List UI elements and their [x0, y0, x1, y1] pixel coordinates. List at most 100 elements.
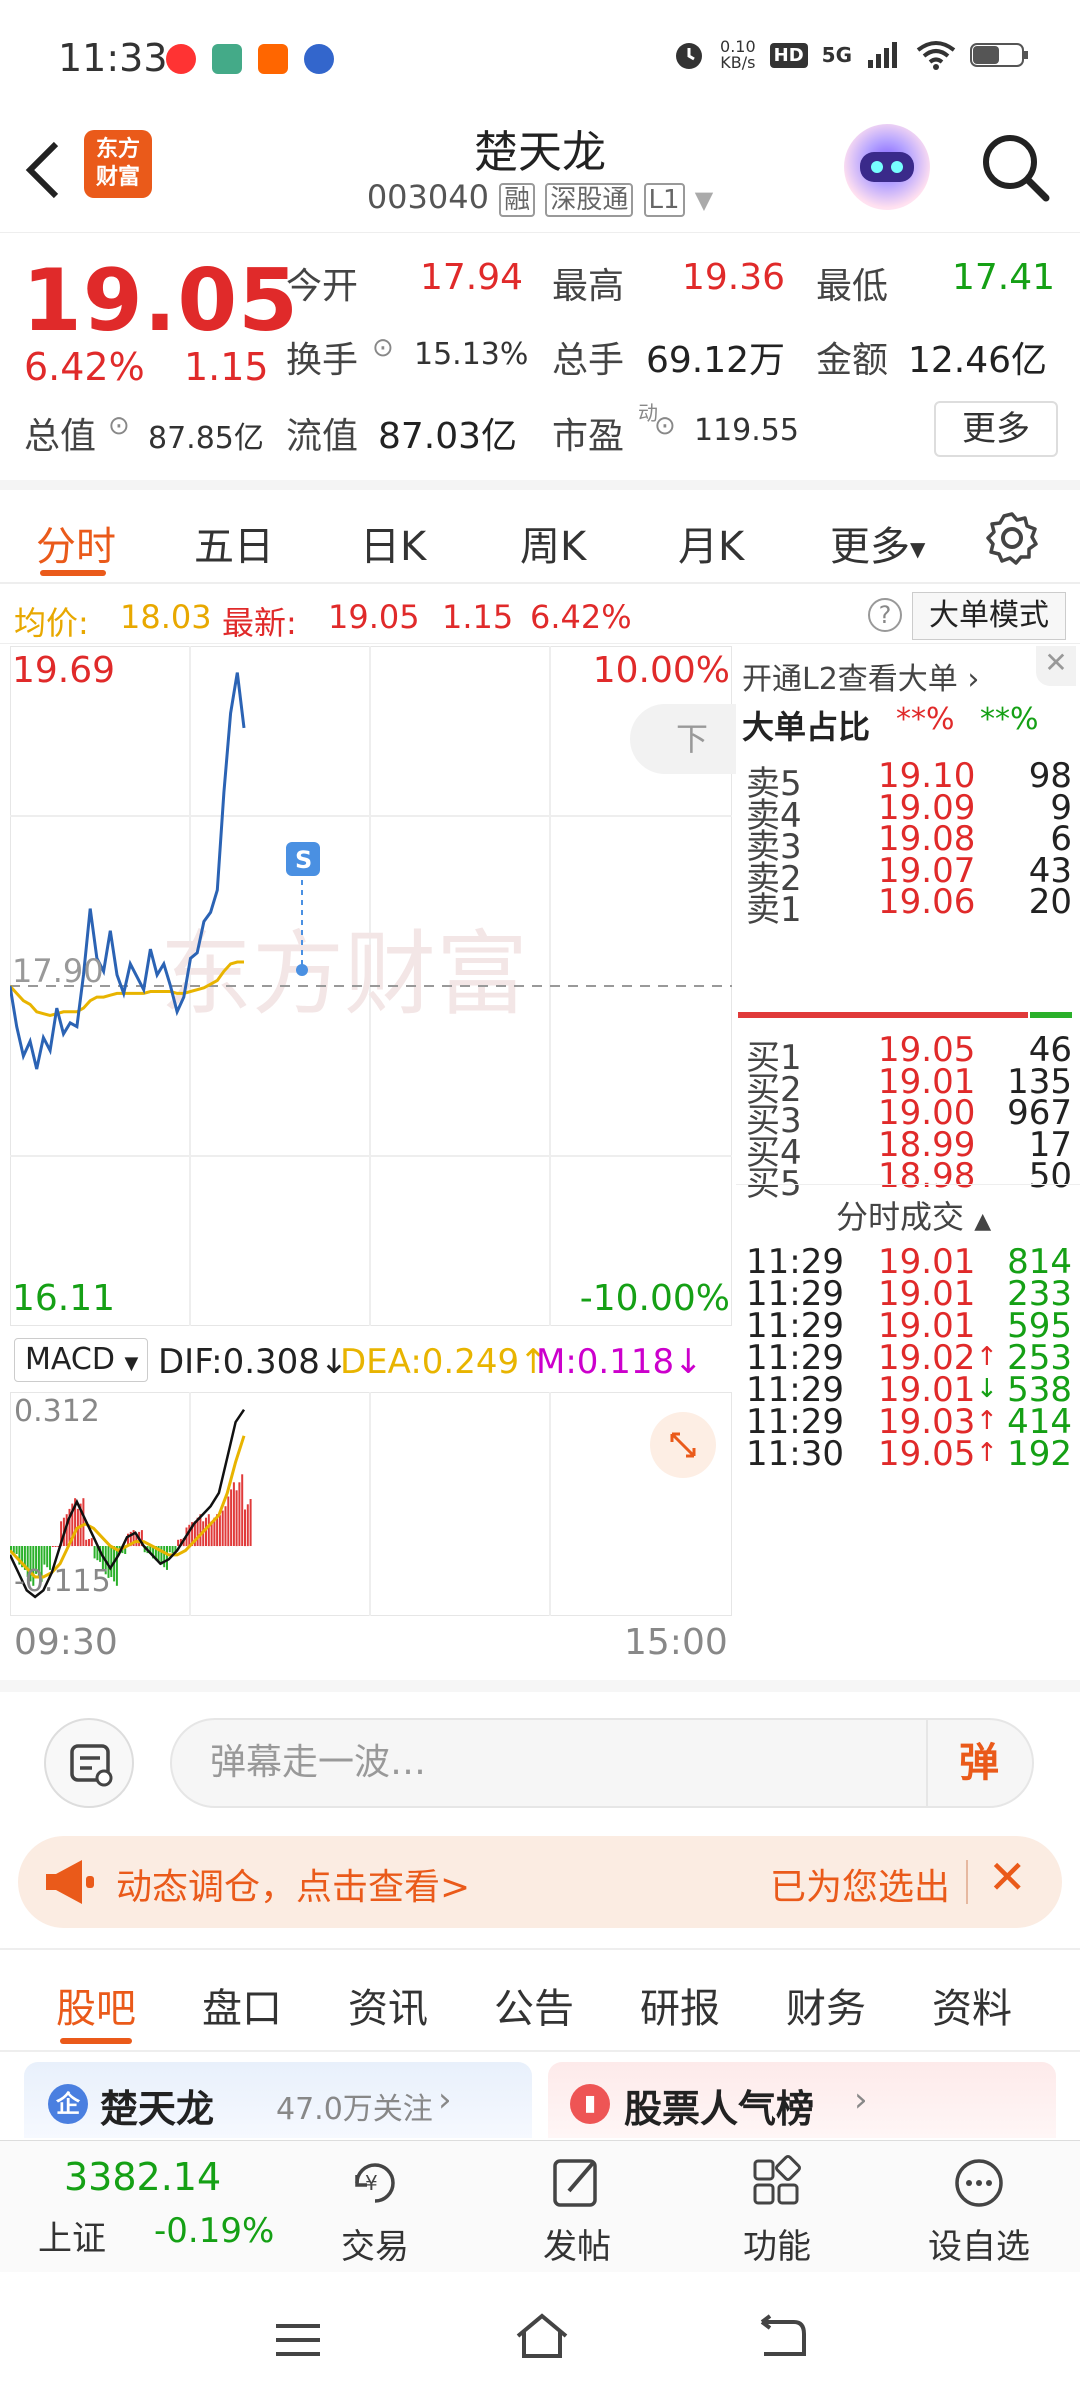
- macd-m: M:0.118↓: [536, 1342, 703, 1382]
- tab-weekly-k[interactable]: 周K: [520, 514, 586, 572]
- danmaku-toggle-button[interactable]: 弹: [926, 1720, 1030, 1806]
- intraday-chart[interactable]: 东方财富 S 19.69 10.00% 17.90 16.11 -10.00%: [8, 645, 733, 1327]
- close-icon[interactable]: ✕: [988, 1850, 1027, 1904]
- info-icon[interactable]: ⊙: [108, 411, 130, 441]
- help-icon[interactable]: ?: [868, 598, 902, 632]
- s-marker-dot: [296, 964, 308, 976]
- macd-bar: [207, 1514, 210, 1547]
- time-start: 09:30: [14, 1622, 118, 1663]
- mktcap-label: 总值: [24, 416, 97, 457]
- macd-bar: [168, 1546, 171, 1553]
- chevron-right-icon: ›: [438, 2080, 452, 2120]
- quote-panel: 19.05 6.42% 1.15 今开 17.94 最高 19.36 最低 17…: [0, 232, 1080, 478]
- trades-header[interactable]: 分时成交 ▲: [836, 1192, 991, 1238]
- big-order-mode-button[interactable]: 大单模式: [912, 592, 1066, 640]
- macd-legend: MACD ▼ DIF:0.308↓ DEA:0.249↑ M:0.118↓: [10, 1330, 732, 1390]
- volume-label: 总手: [552, 340, 625, 381]
- bid-volume: 50: [1028, 1156, 1072, 1197]
- macd-bar: [166, 1546, 168, 1570]
- battery-icon: [970, 43, 1028, 67]
- avg-value: 18.03: [120, 598, 212, 636]
- info-icon[interactable]: ⊙: [372, 333, 394, 363]
- index-quote[interactable]: 3382.14 上证 -0.19%: [20, 2155, 290, 2265]
- s-marker-label: S: [295, 846, 312, 874]
- tab-intraday[interactable]: 分时: [36, 514, 116, 572]
- bid-price: 18.98: [878, 1156, 976, 1197]
- signal-type: 5G: [821, 43, 852, 67]
- macd-bar: [244, 1509, 246, 1547]
- trade-row[interactable]: 11:30 19.05 192 ↑: [742, 1432, 1072, 1480]
- macd-bar: [221, 1510, 224, 1546]
- tab-research[interactable]: 研报: [640, 1976, 720, 2034]
- avg-price-bar: 均价: 18.03 最新: 19.05 1.15 6.42% ? 大单模式: [0, 586, 1080, 644]
- search-button[interactable]: [976, 128, 1056, 208]
- nav-trade-label: 交易: [341, 2227, 409, 2267]
- big-order-buy-ratio: **%: [980, 702, 1039, 737]
- back-icon[interactable]: [752, 2312, 812, 2364]
- macd-bar: [82, 1498, 85, 1546]
- info-icon[interactable]: ⊙: [654, 411, 676, 441]
- tab-finance[interactable]: 财务: [786, 1976, 866, 2034]
- stock-code: 003040: [366, 178, 489, 216]
- expand-button[interactable]: [650, 1412, 716, 1478]
- danmaku-input[interactable]: 弹幕走一波… 弹: [170, 1718, 1034, 1808]
- more-quote-button[interactable]: 更多: [934, 401, 1058, 457]
- wifi-icon: [916, 41, 956, 70]
- tag-level[interactable]: L1: [643, 183, 685, 217]
- assistant-robot-avatar[interactable]: [844, 124, 930, 210]
- tab-profile[interactable]: 资料: [932, 1976, 1012, 2034]
- trade-price: 19.05: [878, 1434, 976, 1474]
- dropdown-triangle-icon: ▼: [910, 537, 926, 561]
- comment-bar: 弹幕走一波… 弹: [0, 1680, 1080, 1810]
- tab-daily-k[interactable]: 日K: [360, 514, 426, 572]
- macd-bar: [93, 1546, 96, 1559]
- promo-banner[interactable]: 动态调仓，点击查看> 已为您选出 ✕: [18, 1836, 1062, 1928]
- menu-icon[interactable]: [270, 2316, 326, 2364]
- tab-guba[interactable]: 股吧: [56, 1976, 136, 2034]
- home-icon[interactable]: [510, 2308, 574, 2364]
- danmaku-placeholder: 弹幕走一波…: [210, 1742, 427, 1783]
- macd-dea: DEA:0.249↑: [340, 1342, 548, 1382]
- nav-add-watchlist[interactable]: 设自选: [914, 2153, 1044, 2268]
- tab-more[interactable]: 更多▼: [830, 514, 925, 572]
- macd-bar: [230, 1489, 233, 1546]
- tab-monthly-k[interactable]: 月K: [678, 514, 744, 572]
- banner-text: 动态调仓，点击查看>: [116, 1867, 471, 1908]
- macd-bar: [227, 1496, 230, 1547]
- latest-pct: 6.42%: [530, 598, 632, 636]
- settings-button[interactable]: [984, 510, 1040, 570]
- macd-indicator-select[interactable]: MACD ▼: [14, 1338, 148, 1382]
- tab-news[interactable]: 资讯: [348, 1976, 428, 2034]
- macd-bar: [241, 1474, 244, 1546]
- comment-settings-button[interactable]: [44, 1718, 134, 1808]
- turnover-value: 15.13%: [414, 337, 529, 372]
- notification-icons: [166, 44, 334, 74]
- popularity-card[interactable]: ▮ 股票人气榜 ›: [548, 2062, 1056, 2138]
- company-icon: 企: [48, 2084, 88, 2124]
- macd-chart[interactable]: 0.312 -0.115: [8, 1391, 733, 1617]
- status-time: 11:33: [58, 36, 168, 80]
- dropdown-triangle-icon[interactable]: ▼: [695, 186, 713, 214]
- nav-trade[interactable]: ¥ 交易: [310, 2153, 440, 2268]
- tab-announcements[interactable]: 公告: [494, 1976, 574, 2034]
- nav-functions[interactable]: 功能: [712, 2153, 842, 2268]
- app-icon: [304, 44, 334, 74]
- turnover-label: 换手: [286, 340, 359, 381]
- ask-price: 19.06: [878, 882, 976, 923]
- close-icon[interactable]: ✕: [1036, 646, 1076, 686]
- tag-margin: 融: [499, 183, 536, 217]
- info-tabs: 股吧 盘口 资讯 公告 研报 财务 资料: [0, 1948, 1080, 2052]
- stock-card[interactable]: 企 楚天龙 47.0万关注 ›: [24, 2062, 532, 2138]
- float-label: 流值: [286, 416, 359, 457]
- tab-pankou[interactable]: 盘口: [202, 1976, 282, 2034]
- prev-close-price: 17.90: [12, 952, 104, 990]
- l2-link[interactable]: 开通L2查看大单 ›: [742, 654, 979, 698]
- buy-ratio-bar: [1030, 1012, 1072, 1018]
- nav-post[interactable]: 发帖: [512, 2153, 642, 2268]
- banner-selected-text: 已为您选出: [770, 1867, 951, 1908]
- tab-five-day[interactable]: 五日: [194, 514, 274, 572]
- signal-icon: [868, 42, 897, 68]
- net-speed: 0.10 KB/s: [720, 37, 756, 72]
- ask-row[interactable]: 卖1 19.06 20: [742, 880, 1072, 930]
- afternoon-pill[interactable]: 下午: [630, 704, 736, 774]
